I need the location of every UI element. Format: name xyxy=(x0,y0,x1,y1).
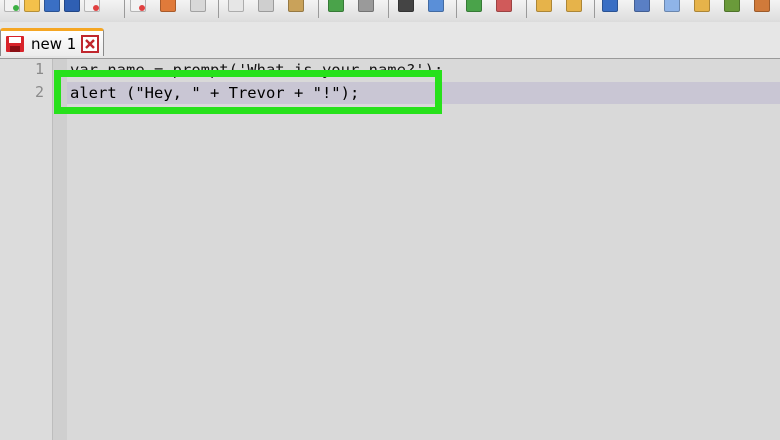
tab-label: new 1 xyxy=(31,35,77,53)
find-icon[interactable] xyxy=(398,0,414,12)
line-number: 2 xyxy=(34,83,44,101)
run-icon[interactable] xyxy=(754,0,770,12)
tab-strip: new 1 xyxy=(0,22,780,59)
green-highlight-box xyxy=(54,70,442,114)
close-icon[interactable] xyxy=(190,0,206,12)
open-icon[interactable] xyxy=(24,0,40,12)
bookmark-icon[interactable] xyxy=(694,0,710,12)
copy-icon[interactable] xyxy=(258,0,274,12)
redo-icon[interactable] xyxy=(358,0,374,12)
zoom-out-icon[interactable] xyxy=(496,0,512,12)
toolbar xyxy=(0,0,780,23)
tab-new-1[interactable]: new 1 xyxy=(0,28,104,56)
save-icon[interactable] xyxy=(44,0,60,12)
line-number: 1 xyxy=(34,60,44,78)
sync-v-icon[interactable] xyxy=(536,0,552,12)
sync-h-icon[interactable] xyxy=(566,0,582,12)
close-icon[interactable] xyxy=(81,35,99,53)
undo-icon[interactable] xyxy=(328,0,344,12)
print-icon[interactable] xyxy=(160,0,176,12)
unsaved-file-icon xyxy=(6,36,24,52)
new-file-icon[interactable] xyxy=(4,0,20,12)
paste-icon[interactable] xyxy=(288,0,304,12)
word-wrap-icon[interactable] xyxy=(602,0,618,12)
indent-guide-icon[interactable] xyxy=(664,0,680,12)
replace-icon[interactable] xyxy=(428,0,444,12)
fold-margin xyxy=(53,59,67,440)
macro-icon[interactable] xyxy=(724,0,740,12)
close-all-icon[interactable] xyxy=(130,0,146,12)
zoom-in-icon[interactable] xyxy=(466,0,482,12)
line-number-gutter: 1 2 xyxy=(0,59,53,440)
show-symbols-icon[interactable] xyxy=(634,0,650,12)
cut-icon[interactable] xyxy=(228,0,244,12)
close-icon[interactable] xyxy=(84,0,100,12)
editor[interactable]: 1 2 var name = prompt('What is your name… xyxy=(0,59,780,440)
save-all-icon[interactable] xyxy=(64,0,80,12)
